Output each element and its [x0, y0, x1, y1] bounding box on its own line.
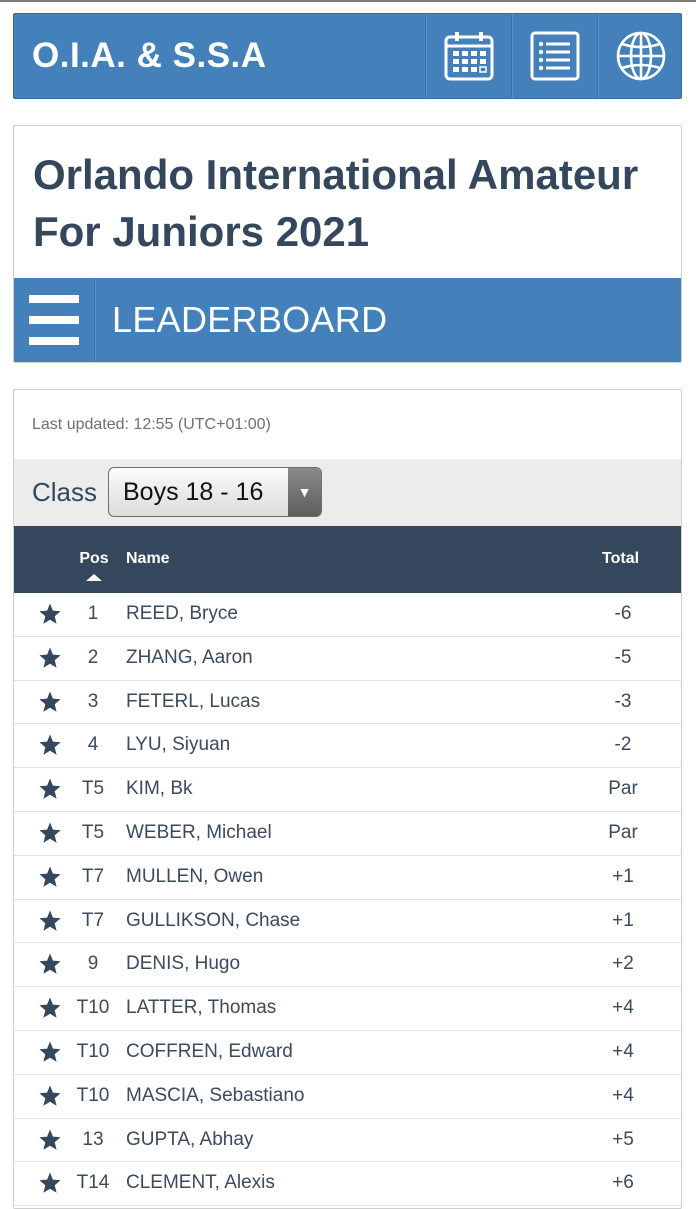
row-player-name[interactable]: MULLEN, Owen — [126, 866, 263, 888]
column-header-name[interactable]: Name — [126, 550, 170, 568]
table-row[interactable]: T10 MASCIA, Sebastiano +4 — [14, 1075, 681, 1119]
top-divider — [0, 0, 696, 2]
row-total: +4 — [612, 1084, 634, 1106]
row-total: +1 — [612, 865, 634, 887]
dropdown-arrow-icon: ▼ — [288, 468, 321, 516]
row-player-name[interactable]: CLEMENT, Alexis — [126, 1172, 275, 1194]
section-title: LEADERBOARD — [112, 299, 388, 340]
sort-asc-icon — [86, 574, 102, 581]
row-position: T10 — [76, 997, 110, 1019]
row-position: 13 — [82, 1128, 104, 1150]
row-position: T5 — [81, 821, 105, 843]
event-title: Orlando International Amateur For Junior… — [33, 151, 639, 255]
table-row[interactable]: 9 DENIS, Hugo +2 — [14, 943, 681, 988]
favorite-star-icon[interactable] — [38, 646, 62, 670]
row-position: T10 — [76, 1084, 110, 1106]
table-row[interactable]: T5 WEBER, Michael Par — [14, 812, 681, 856]
row-position: 1 — [87, 603, 99, 624]
event-card: Orlando International Amateur For Junior… — [13, 125, 682, 363]
row-position: 3 — [87, 690, 99, 712]
table-row[interactable]: T7 GULLIKSON, Chase +1 — [14, 900, 681, 944]
globe-button[interactable] — [597, 14, 683, 98]
favorite-star-icon[interactable] — [38, 690, 62, 714]
row-player-name[interactable]: DENIS, Hugo — [126, 953, 240, 975]
class-filter-row: Class Boys 18 - 16 ▼ — [14, 459, 681, 526]
class-select-value: Boys 18 - 16 — [123, 478, 264, 506]
row-position: 2 — [87, 646, 99, 668]
row-total: -2 — [614, 734, 632, 756]
row-player-name[interactable]: ZHANG, Aaron — [126, 647, 253, 669]
row-player-name[interactable]: FETERL, Lucas — [126, 691, 260, 713]
table-row[interactable]: 2 ZHANG, Aaron -5 — [14, 637, 681, 681]
table-row[interactable]: T7 MULLEN, Owen +1 — [14, 856, 681, 900]
row-position: T7 — [81, 865, 105, 887]
row-total: +4 — [612, 1040, 634, 1062]
globe-icon — [615, 30, 667, 82]
favorite-star-icon[interactable] — [38, 1171, 62, 1195]
row-total: Par — [608, 821, 638, 843]
table-row[interactable]: T10 COFFREN, Edward +4 — [14, 1031, 681, 1075]
column-header-total[interactable]: Total — [602, 550, 639, 568]
row-player-name[interactable]: GULLIKSON, Chase — [126, 910, 300, 932]
row-total: Par — [608, 778, 638, 800]
leaderboard-card: Last updated: 12:55 (UTC+01:00) Class Bo… — [13, 389, 682, 1209]
row-position: 4 — [87, 734, 99, 756]
table-row[interactable]: 1 REED, Bryce -6 — [14, 593, 681, 637]
favorite-star-icon[interactable] — [38, 1040, 62, 1064]
favorite-star-icon[interactable] — [38, 733, 62, 757]
favorite-star-icon[interactable] — [38, 952, 62, 976]
table-header: Pos Name Total — [14, 526, 681, 593]
class-select[interactable]: Boys 18 - 16 ▼ — [108, 467, 322, 517]
row-position: T14 — [76, 1172, 110, 1194]
row-player-name[interactable]: KIM, Bk — [126, 778, 193, 800]
last-updated: Last updated: 12:55 (UTC+01:00) — [32, 416, 271, 433]
column-header-pos[interactable]: Pos — [78, 550, 110, 568]
menu-button[interactable] — [14, 278, 95, 362]
class-label: Class — [32, 477, 98, 507]
table-row[interactable]: T10 LATTER, Thomas +4 — [14, 987, 681, 1031]
row-total: -6 — [614, 603, 632, 624]
favorite-star-icon[interactable] — [38, 777, 62, 801]
list-button[interactable] — [511, 14, 597, 98]
calendar-button[interactable] — [425, 14, 511, 98]
favorite-star-icon[interactable] — [38, 996, 62, 1020]
table-row[interactable]: T5 KIM, Bk Par — [14, 768, 681, 812]
row-total: +6 — [612, 1172, 634, 1194]
row-total: +5 — [612, 1128, 634, 1150]
row-player-name[interactable]: REED, Bryce — [126, 603, 238, 625]
row-position: T5 — [81, 778, 105, 800]
row-player-name[interactable]: WEBER, Michael — [126, 822, 272, 844]
row-total: -3 — [614, 690, 632, 712]
table-row[interactable]: 3 FETERL, Lucas -3 — [14, 681, 681, 725]
row-player-name[interactable]: LATTER, Thomas — [126, 997, 276, 1019]
row-position: T10 — [76, 1040, 110, 1062]
favorite-star-icon[interactable] — [38, 865, 62, 889]
favorite-star-icon[interactable] — [38, 1128, 62, 1152]
row-total: +2 — [612, 953, 634, 975]
list-icon — [529, 30, 581, 82]
row-position: 9 — [87, 953, 99, 975]
brand-title[interactable]: O.I.A. & S.S.A — [32, 36, 267, 76]
table-row[interactable]: 13 GUPTA, Abhay +5 — [14, 1119, 681, 1163]
row-player-name[interactable]: LYU, Siyuan — [126, 734, 230, 756]
row-player-name[interactable]: COFFREN, Edward — [126, 1041, 293, 1063]
row-player-name[interactable]: MASCIA, Sebastiano — [126, 1085, 304, 1107]
row-total: -5 — [614, 646, 632, 668]
section-bar: LEADERBOARD — [14, 278, 681, 362]
row-total: +1 — [612, 909, 634, 931]
table-row[interactable]: 4 LYU, Siyuan -2 — [14, 724, 681, 769]
hamburger-icon — [29, 295, 79, 303]
row-total: +4 — [612, 997, 634, 1019]
favorite-star-icon[interactable] — [38, 602, 62, 626]
favorite-star-icon[interactable] — [38, 909, 62, 933]
favorite-star-icon[interactable] — [38, 1084, 62, 1108]
row-position: T7 — [81, 909, 105, 931]
app-header: O.I.A. & S.S.A — [13, 13, 682, 99]
favorite-star-icon[interactable] — [38, 821, 62, 845]
leaderboard-rows: 1 REED, Bryce -6 2 ZHANG, Aaron -5 3 FETERL, Lu… — [14, 593, 681, 1207]
row-player-name[interactable]: GUPTA, Abhay — [126, 1129, 253, 1151]
calendar-icon — [443, 30, 495, 82]
